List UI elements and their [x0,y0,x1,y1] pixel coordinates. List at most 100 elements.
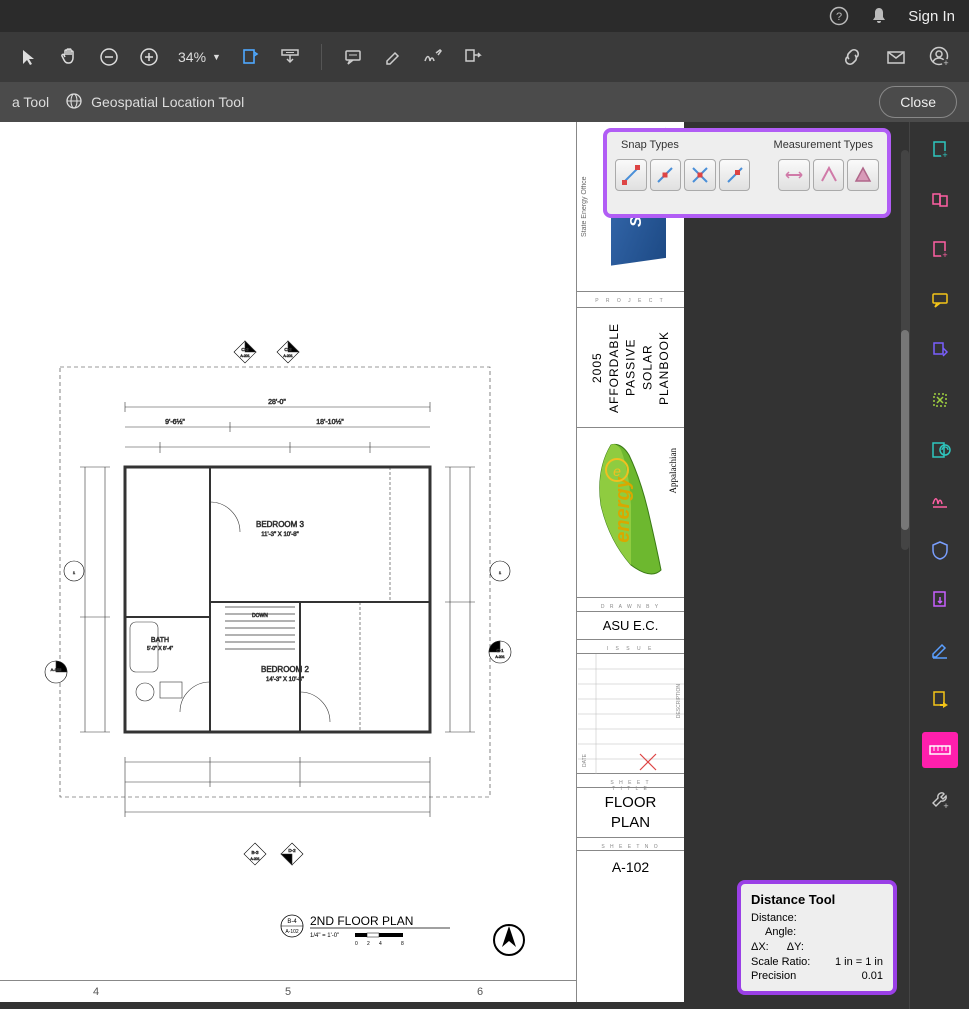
svg-text:A-201: A-201 [283,354,292,358]
svg-text:2ND FLOOR PLAN: 2ND FLOOR PLAN [310,914,413,928]
snap-path-button[interactable] [719,159,751,191]
comment-icon[interactable] [336,40,370,74]
zoom-in-icon[interactable] [132,40,166,74]
zoom-out-icon[interactable] [92,40,126,74]
reading-mode-icon[interactable] [273,40,307,74]
precision-label: Precision [751,970,796,982]
project-l4: PLANBOOK [657,330,671,404]
ruler-tick: 4 [93,986,99,998]
zoom-level-dropdown[interactable]: 34%▼ [172,49,227,65]
delta-x-label: ΔX: [751,941,769,953]
hand-tool-icon[interactable] [52,40,86,74]
highlight-icon[interactable] [376,40,410,74]
svg-text:C-2: C-2 [284,347,292,352]
north-arrow-icon [492,923,526,957]
sheet-number: A-102 [577,851,684,883]
globe-icon [65,92,83,113]
stamp-icon[interactable] [456,40,490,74]
export-pdf-icon[interactable] [922,582,958,618]
blueprint-drawing: BEDROOM 3 11'-3" X 10'-8" BEDROOM 2 14'-… [0,122,576,1002]
email-icon[interactable] [879,40,913,74]
compress-icon[interactable] [922,382,958,418]
svg-text:e: e [613,463,621,479]
issue-label: I S S U E [577,640,684,654]
svg-text:+: + [942,150,947,160]
edit-pdf-icon[interactable]: + [922,232,958,268]
vertical-scrollbar[interactable] [901,150,909,550]
geospatial-tool[interactable]: Geospatial Location Tool [65,92,244,113]
pdf-page: BEDROOM 3 11'-3" X 10'-8" BEDROOM 2 14'-… [0,122,684,1002]
description-label: DESCRIPTION [676,684,682,718]
sheet-title-label: S H E E T T I T L E [577,774,684,788]
svg-text:+: + [943,58,948,68]
comment-panel-icon[interactable] [922,282,958,318]
distance-tool-title: Distance Tool [751,892,883,907]
project-l3: PASSIVE SOLAR [623,339,654,396]
scale-ratio-value: 1 in = 1 in [835,956,883,968]
angle-label: Angle: [765,926,796,938]
more-tools-icon[interactable]: + [922,782,958,818]
measure-distance-button[interactable] [778,159,810,191]
snap-intersection-button[interactable] [684,159,716,191]
sheet-title-2: PLAN [611,813,650,833]
sign-in-link[interactable]: Sign In [908,8,955,25]
svg-text:5'-0" X 8'-4": 5'-0" X 8'-4" [147,646,173,652]
page-ruler: 4 5 6 [0,980,576,1002]
project-year: 2005 [590,352,604,383]
sheet-title-1: FLOOR [605,793,657,813]
project-label: P R O J E C T [577,292,684,308]
create-pdf-icon[interactable]: + [922,132,958,168]
svg-text:BEDROOM 2: BEDROOM 2 [261,665,310,674]
distance-tool-panel: Distance Tool Distance: Angle: ΔX: ΔY: S… [737,880,897,995]
floorplan-svg: BEDROOM 3 11'-3" X 10'-8" BEDROOM 2 14'-… [30,272,550,972]
document-area[interactable]: BEDROOM 3 11'-3" X 10'-8" BEDROOM 2 14'-… [0,122,909,1009]
object-data-tool[interactable]: a Tool [12,94,49,110]
help-icon[interactable]: ? [828,5,850,27]
svg-text:C-1: C-1 [496,648,504,653]
svg-text:BATH: BATH [151,637,169,644]
delta-y-label: ΔY: [787,941,804,953]
svg-text:A-201: A-201 [240,354,249,358]
appalachian-label: Appalachian [668,448,678,493]
measure-perimeter-button[interactable] [813,159,845,191]
svg-text:BEDROOM 3: BEDROOM 3 [256,520,305,529]
app-topbar: ? Sign In [0,0,969,32]
link-icon[interactable] [835,40,869,74]
svg-text:+: + [942,250,947,260]
zoom-value: 34% [178,49,206,65]
fit-page-icon[interactable] [233,40,267,74]
measure-tool-icon[interactable] [922,732,958,768]
scrollbar-thumb[interactable] [901,330,909,530]
sign-icon[interactable] [416,40,450,74]
office-label: State Energy Office [581,132,588,282]
snap-midpoint-button[interactable] [650,159,682,191]
selection-tool-icon[interactable] [12,40,46,74]
document-viewport: BEDROOM 3 11'-3" X 10'-8" BEDROOM 2 14'-… [0,122,909,1009]
main-toolbar: 34%▼ + [0,32,969,82]
svg-text:A-201: A-201 [495,655,504,659]
svg-text:A-102: A-102 [51,667,62,672]
combine-files-icon[interactable] [922,182,958,218]
snap-endpoint-button[interactable] [615,159,647,191]
svg-text:energy: energy [612,476,634,542]
prepare-form-icon[interactable] [922,632,958,668]
plan-title-block: B-4 A-102 2ND FLOOR PLAN 1/4" = 1'-0" 0 … [280,909,480,952]
svg-text:DOWN: DOWN [252,613,268,619]
sheet-no-label: S H E E T N O [577,838,684,851]
close-button[interactable]: Close [879,86,957,118]
measure-area-button[interactable] [847,159,879,191]
precision-value: 0.01 [862,970,883,982]
fill-sign-icon[interactable] [922,482,958,518]
svg-text:C-2: C-2 [241,347,249,352]
redact-icon[interactable] [922,432,958,468]
scale-ratio-label: Scale Ratio: [751,956,810,968]
svg-text:0: 0 [355,941,358,947]
svg-text:?: ? [836,11,842,23]
account-icon[interactable]: + [923,40,957,74]
notifications-icon[interactable] [868,5,890,27]
svg-text:D-2: D-2 [288,848,296,853]
organize-pages-icon[interactable] [922,332,958,368]
label: a Tool [12,94,49,110]
protect-icon[interactable] [922,532,958,568]
send-for-comments-icon[interactable] [922,682,958,718]
